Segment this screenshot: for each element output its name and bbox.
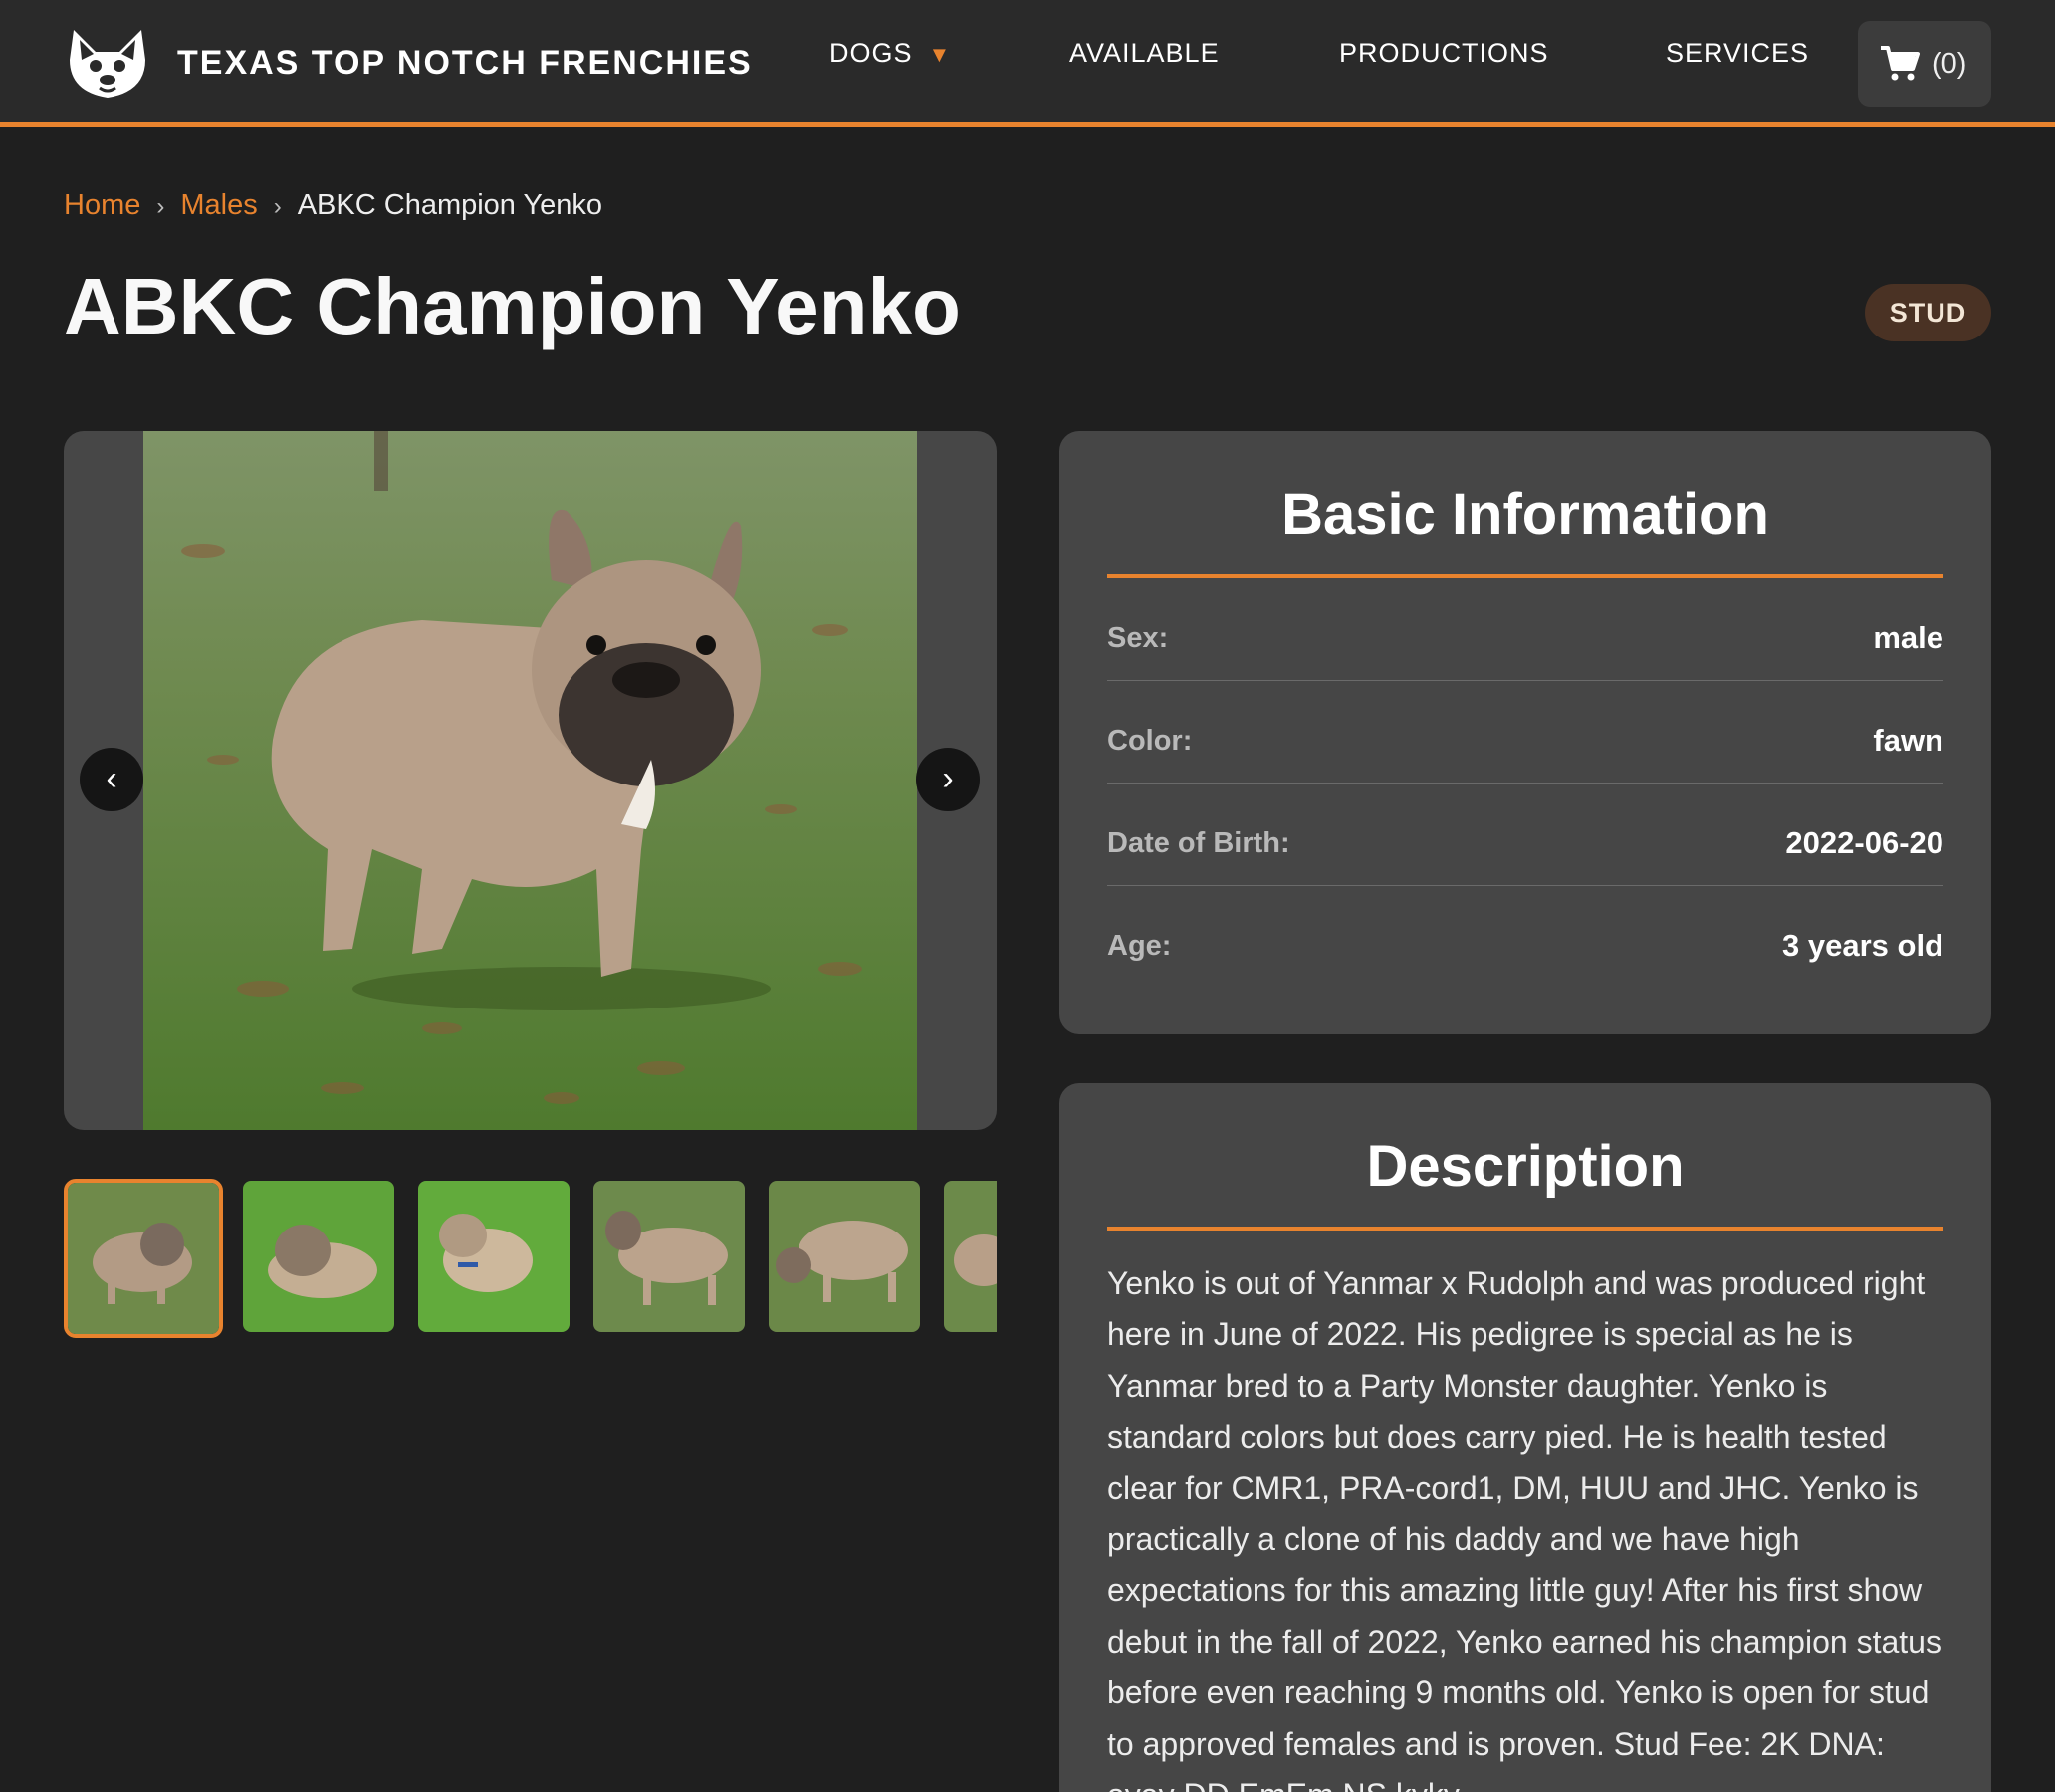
thumbnail-2[interactable] [243,1181,394,1332]
info-value: 3 years old [1782,928,1943,963]
breadcrumb-home[interactable]: Home [64,189,140,221]
nav-productions[interactable]: PRODUCTIONS [1339,38,1549,69]
thumbnail-5[interactable] [769,1181,920,1332]
photo-gallery: ‹ › [64,431,997,1130]
info-row-age: Age: 3 years old [1107,886,1943,989]
top-navigation-bar: TEXAS TOP NOTCH FRENCHIES DOGS ▼ AVAILABL… [0,0,2055,127]
info-row-color: Color: fawn [1107,681,1943,784]
info-label: Sex: [1107,622,1169,654]
description-title: Description [1366,1134,1685,1199]
thumbnail-4[interactable] [593,1181,745,1332]
thumbnail-strip [64,1179,997,1338]
info-value: fawn [1873,723,1943,758]
french-bulldog-logo-icon[interactable] [66,26,149,100]
breadcrumb-separator: › [273,193,282,220]
thumbnail-1[interactable] [64,1179,223,1338]
basic-information-card: Basic Information Sex: male Color: fawn … [1059,431,1991,1034]
title-divider [1107,1227,1943,1231]
info-label: Color: [1107,725,1193,757]
description-text: Yenko is out of Yanmar x Rudolph and was… [1107,1265,1941,1792]
brand-name[interactable]: TEXAS TOP NOTCH FRENCHIES [177,44,753,83]
info-value: male [1873,620,1943,655]
caret-down-icon: ▼ [928,42,952,67]
page-title: ABKC Champion Yenko [64,262,961,350]
info-value: 2022-06-20 [1785,825,1943,860]
cart-count: (0) [1932,48,1967,80]
nav-available[interactable]: AVAILABLE [1069,38,1220,69]
gallery-next-button[interactable]: › [916,748,980,811]
info-label: Date of Birth: [1107,827,1290,859]
nav-services[interactable]: SERVICES [1666,38,1809,69]
main-dog-photo[interactable] [143,431,917,1130]
cart-button[interactable]: (0) [1858,21,1991,107]
breadcrumb-current: ABKC Champion Yenko [297,189,603,221]
stud-badge: STUD [1865,284,1991,341]
breadcrumb-males[interactable]: Males [180,189,257,221]
nav-dogs-label: DOGS [829,38,913,68]
info-label: Age: [1107,930,1172,962]
basic-information-title: Basic Information [1281,482,1769,547]
thumbnail-3[interactable] [418,1181,570,1332]
description-card: Description Yenko is out of Yanmar x Rud… [1059,1083,1991,1792]
gallery-prev-button[interactable]: ‹ [80,748,143,811]
breadcrumb: Home › Males › ABKC Champion Yenko [64,189,602,222]
nav-dogs[interactable]: DOGS ▼ [829,38,951,69]
breadcrumb-separator: › [156,193,165,220]
info-row-date-of-birth: Date of Birth: 2022-06-20 [1107,784,1943,886]
thumbnail-6[interactable] [944,1181,997,1332]
cart-icon [1881,46,1920,81]
info-row-sex: Sex: male [1107,578,1943,681]
